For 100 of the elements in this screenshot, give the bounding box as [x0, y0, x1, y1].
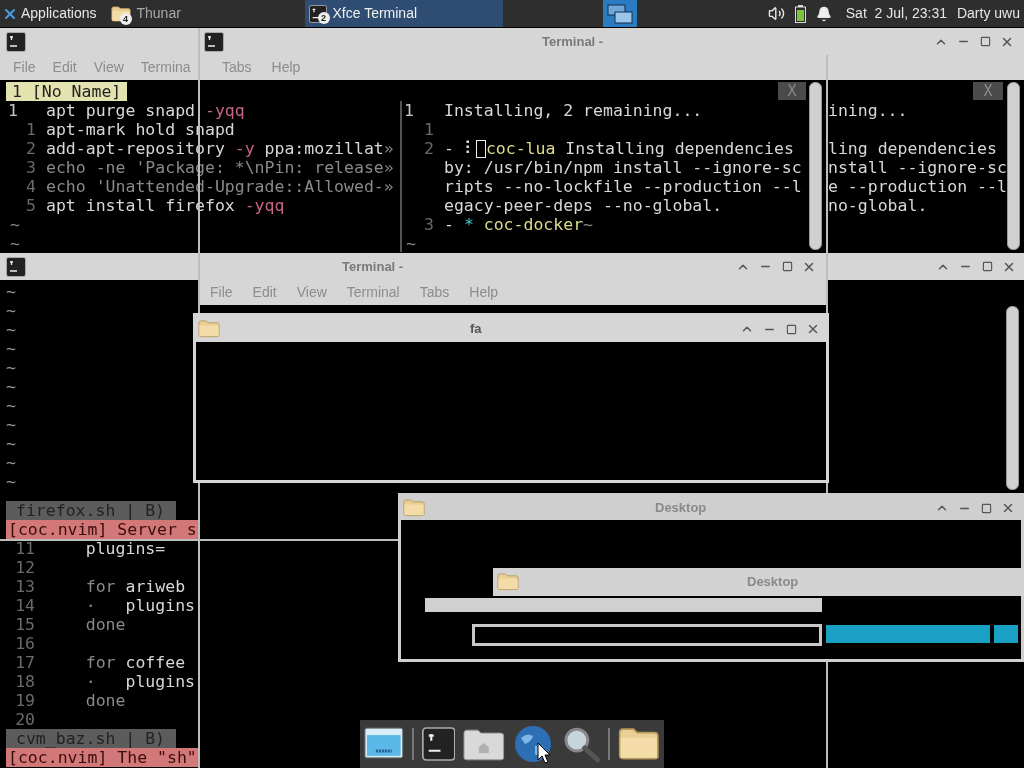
taskbar-button[interactable]: 4 Thunar — [106, 0, 305, 27]
maximize-icon[interactable] — [781, 261, 793, 272]
folder-icon — [497, 573, 519, 591]
terminal-icon — [6, 256, 26, 277]
empty-line-marker: ~ — [6, 320, 16, 339]
clock[interactable]: Sat 2 Jul, 23:31 — [845, 3, 947, 24]
taskbar-button[interactable]: 2 Xfce Terminal — [304, 0, 503, 27]
code-text: apt purge snapd -yqq — [46, 101, 245, 120]
code-text: plugins= — [84, 539, 166, 558]
window-strip — [994, 625, 1018, 643]
empty-line-marker: ~ — [6, 339, 16, 358]
empty-line-marker: ~ — [6, 282, 16, 301]
maximize-icon[interactable] — [980, 502, 992, 514]
line-number: 19 — [14, 691, 36, 710]
close-icon[interactable] — [806, 322, 820, 336]
notification-bell-icon[interactable] — [815, 5, 832, 22]
folder-icon[interactable] — [618, 727, 660, 761]
maximize-icon[interactable] — [785, 323, 797, 335]
line-number: 18 — [14, 672, 36, 691]
line-number: 17 — [14, 653, 36, 672]
line-number: 13 — [14, 577, 36, 596]
code-text: coc-lua Installing dependencies — [485, 139, 794, 158]
window-title: fa — [470, 320, 482, 339]
line-number: 14 — [14, 596, 36, 615]
empty-line-marker: ~ — [6, 301, 16, 320]
code-text: no-global. — [828, 196, 928, 215]
terminal-icon[interactable] — [421, 727, 456, 761]
folder-icon — [403, 499, 425, 517]
scrollbar[interactable] — [1006, 306, 1019, 490]
line-number: 1 — [423, 120, 435, 139]
close-tab-button[interactable]: X — [778, 82, 806, 100]
line-number: 12 — [14, 558, 36, 577]
code-text: egacy-peer-deps --no-global. — [444, 196, 723, 215]
empty-line-marker: ~ — [6, 377, 16, 396]
code-text: - ⠇ — [444, 139, 476, 158]
home-folder-icon[interactable] — [463, 727, 505, 761]
window-title: Desktop — [655, 499, 707, 518]
menu-item[interactable]: Tabs — [419, 282, 450, 303]
line-number: 4 — [25, 177, 37, 196]
line-number: 11 — [14, 539, 36, 558]
line-number: 1 — [25, 120, 37, 139]
mouse-pointer-icon — [536, 742, 551, 764]
menu-item[interactable]: Tabs — [222, 57, 252, 78]
menu-item[interactable]: Help — [271, 57, 301, 78]
code-text: · plugins — [84, 596, 196, 615]
menu-item[interactable]: View — [296, 282, 327, 303]
menu-item[interactable]: Help — [469, 282, 499, 303]
code-text: · plugins — [84, 672, 196, 691]
code-text: by: /usr/bin/npm install --ignore-sc — [444, 158, 802, 177]
code-text: ~ — [10, 215, 20, 234]
empty-line-marker: ~ — [6, 415, 16, 434]
monitor-icon[interactable] — [364, 727, 404, 761]
line-number: 15 — [14, 615, 36, 634]
empty-line-marker: ~ — [6, 358, 16, 377]
code-text: Installing, 2 remaining... — [444, 101, 703, 120]
code-text: ~ — [406, 234, 416, 253]
battery-icon[interactable] — [794, 4, 806, 23]
code-text: done — [84, 691, 126, 710]
line-number: 5 — [25, 196, 37, 215]
volume-icon[interactable] — [767, 5, 785, 22]
maximize-icon[interactable] — [981, 261, 993, 272]
line-number: 2 — [25, 139, 37, 158]
terminal-icon — [308, 4, 327, 23]
code-text: for ariweb — [84, 577, 186, 596]
code-text: done — [84, 615, 126, 634]
scrollbar[interactable] — [1007, 82, 1020, 250]
line-number: 16 — [14, 634, 36, 653]
maximize-icon[interactable] — [979, 36, 991, 47]
scrollbar[interactable] — [809, 82, 822, 250]
code-text: ~ — [10, 234, 20, 253]
empty-line-marker: ~ — [6, 472, 16, 491]
text-cursor — [475, 139, 486, 158]
code-text: e --production --l — [828, 177, 1007, 196]
line-number: 2 — [423, 139, 435, 158]
workspace-switcher[interactable] — [602, 0, 637, 27]
window-title: Terminal - — [542, 32, 604, 51]
menu-item[interactable]: View — [93, 57, 124, 78]
empty-line-marker: ~ — [6, 434, 16, 453]
menu-item[interactable]: File — [13, 57, 36, 78]
line-number: 1 — [7, 101, 19, 120]
menu-item[interactable]: Termina — [140, 57, 191, 78]
applications-menu[interactable]: Applications — [0, 0, 107, 27]
close-tab-button[interactable]: X — [973, 82, 1003, 100]
line-number: 3 — [25, 158, 37, 177]
vim-tab[interactable]: 1 [No Name] — [6, 82, 128, 101]
menu-item[interactable]: File — [210, 282, 233, 303]
code-text: nstall --ignore-sc — [828, 158, 1007, 177]
terminal-icon — [6, 31, 26, 52]
empty-line-marker: ~ — [6, 396, 16, 415]
menu-item[interactable]: Terminal — [346, 282, 400, 303]
user-name[interactable]: Darty uwu — [956, 3, 1020, 24]
close-icon[interactable] — [1001, 501, 1015, 515]
code-text: ripts --no-lockfile --production --l — [444, 177, 802, 196]
folder-icon — [198, 320, 220, 338]
folder-icon — [110, 5, 131, 22]
line-number: 20 — [14, 710, 36, 729]
menu-item[interactable]: Edit — [52, 57, 77, 78]
menu-item[interactable]: Edit — [252, 282, 277, 303]
window-title: Desktop — [747, 573, 799, 592]
empty-line-marker: ~ — [6, 453, 16, 472]
